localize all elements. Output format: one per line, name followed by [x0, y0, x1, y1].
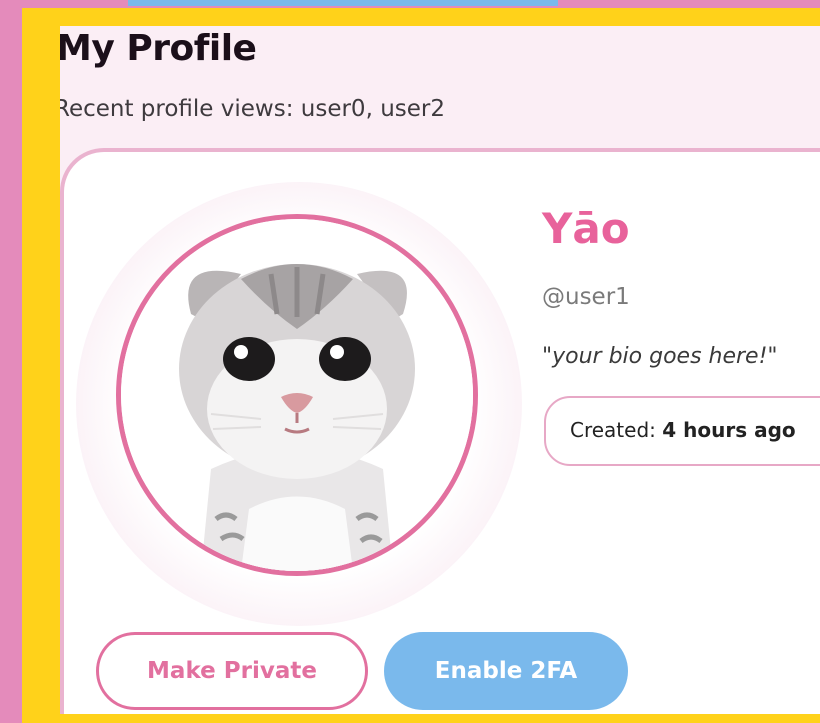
display-name: Yāo [542, 204, 630, 253]
profile-card: Yāo @user1 "your bio goes here!" Created… [60, 148, 820, 714]
page-title: My Profile [60, 28, 257, 69]
make-private-button[interactable]: Make Private [96, 632, 368, 710]
side-strip [0, 0, 22, 723]
kitten-picture [121, 219, 473, 571]
created-label: Created: [570, 418, 656, 442]
enable-2fa-button[interactable]: Enable 2FA [384, 632, 628, 710]
kitten-avatar-icon [116, 214, 478, 576]
username: @user1 [542, 284, 630, 310]
highlight-frame: My Profile Recent profile views: user0, … [22, 8, 820, 723]
bio-text: "your bio goes here!" [542, 344, 778, 369]
created-value: 4 hours ago [662, 418, 796, 442]
recent-views-text: Recent profile views: user0, user2 [60, 96, 445, 122]
created-badge: Created: 4 hours ago [544, 396, 820, 466]
profile-page: My Profile Recent profile views: user0, … [60, 26, 820, 714]
top-accent-bar [128, 0, 558, 6]
